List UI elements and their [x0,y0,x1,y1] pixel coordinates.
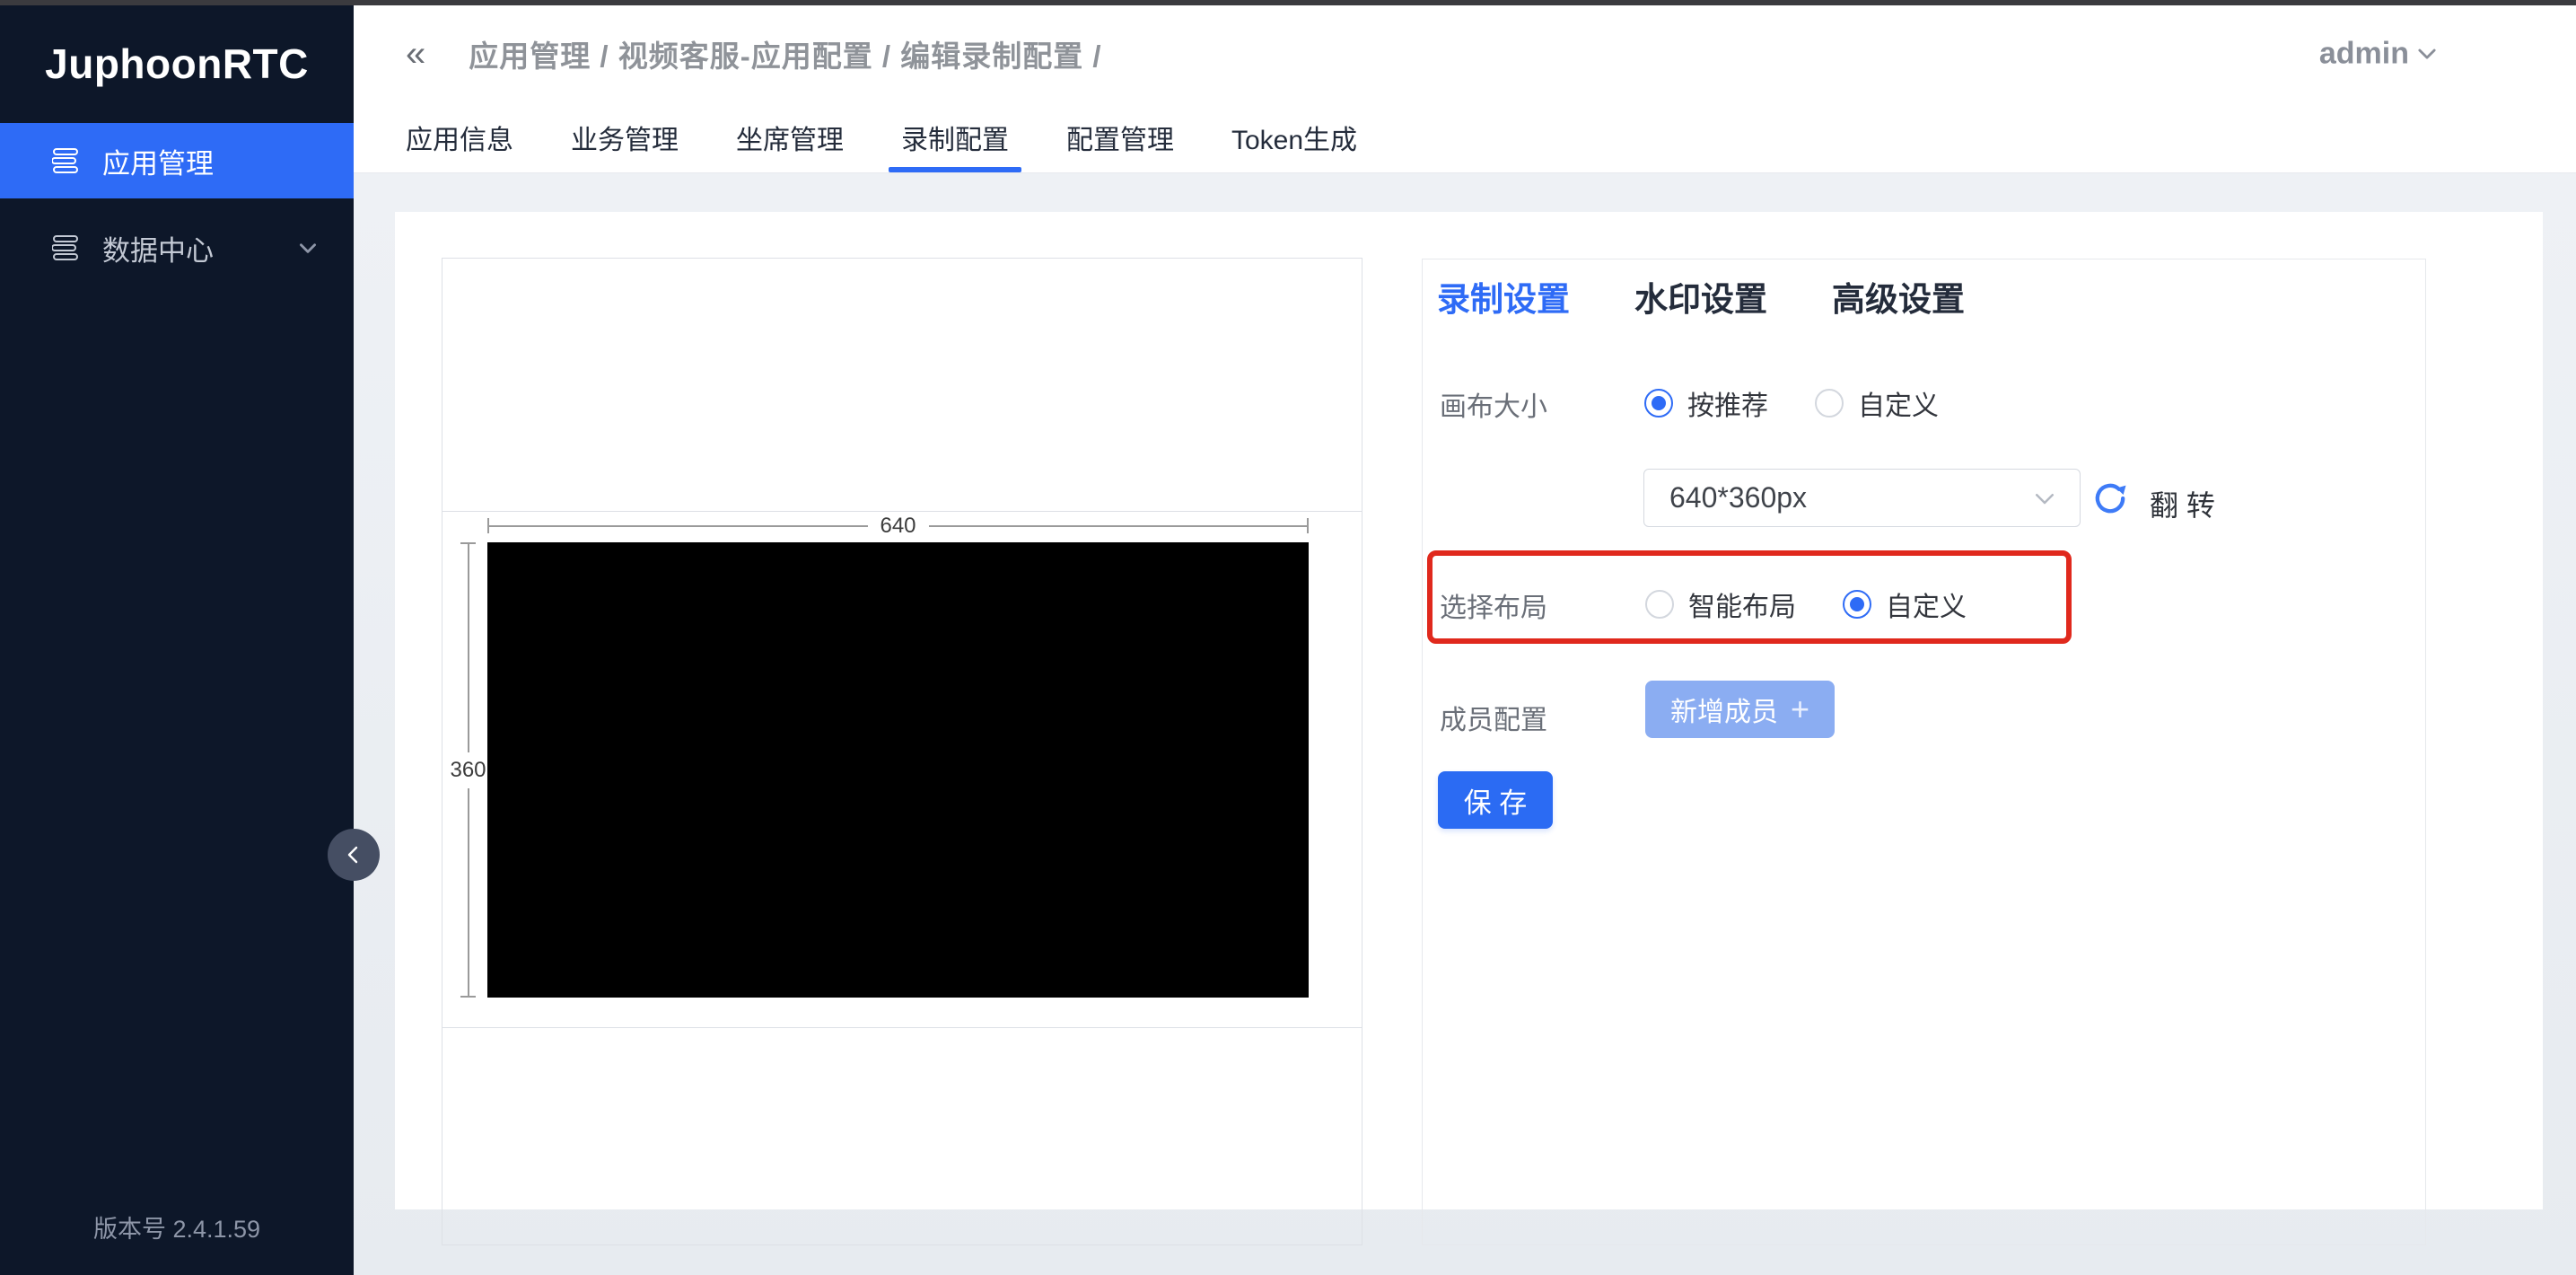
radio-custom-layout[interactable] [1843,590,1871,619]
chevron-down-icon [2414,41,2440,66]
tab-label: 坐席管理 [736,118,844,157]
sidebar: JuphoonRTC 应用管理 数据中心 版本号 2.4.1.59 [0,5,354,1275]
resolution-select[interactable]: 640*360px [1643,469,2081,527]
radio-recommended[interactable] [1644,389,1673,418]
back-icon[interactable]: « [406,36,425,72]
layout-radio-group: 智能布局 自定义 [1645,585,2013,624]
tab-label: 配置管理 [1066,118,1174,157]
sidebar-item-data-center[interactable]: 数据中心 [0,210,354,286]
add-member-button[interactable]: 新增成员 + [1645,681,1835,738]
resolution-select-value: 640*360px [1669,481,2031,514]
sidebar-item-label: 应用管理 [102,141,214,181]
radio-custom-layout-label[interactable]: 自定义 [1886,585,1967,624]
rotate-icon [2092,480,2128,516]
preview-empty-box-top [442,258,1362,512]
height-dimension-line: 360 [460,542,476,998]
save-button[interactable]: 保 存 [1438,771,1553,829]
recording-canvas-preview[interactable] [487,542,1309,998]
preview-empty-box-bottom [442,1027,1362,1245]
app-root: JuphoonRTC 应用管理 数据中心 版本号 2.4.1.59 [0,0,2576,1275]
sidebar-item-app-management[interactable]: 应用管理 [0,123,354,198]
tab-recording-config[interactable]: 录制配置 [892,101,1018,172]
height-dimension-label: 360 [448,752,487,788]
tab-seat-management[interactable]: 坐席管理 [727,101,853,172]
user-name: admin [2319,36,2409,71]
tab-label: Token生成 [1231,118,1357,157]
stacked-bars-icon [52,148,79,173]
settings-panel-tabs: 录制设置 水印设置 高级设置 [1437,272,2029,321]
chevron-down-icon [2031,485,2058,512]
plus-icon: + [1791,693,1809,725]
add-member-button-label: 新增成员 [1670,690,1778,729]
chevron-left-icon [343,844,364,866]
tab-watermark-settings[interactable]: 水印设置 [1634,272,1767,321]
tab-label: 业务管理 [571,118,679,157]
member-config-label: 成员配置 [1440,698,1547,737]
radio-custom-size-label[interactable]: 自定义 [1858,383,1939,423]
flip-label[interactable]: 翻 转 [2150,483,2215,524]
chevron-down-icon [296,236,320,259]
canvas-size-label: 画布大小 [1440,384,1547,424]
page-tabs: 应用信息 业务管理 坐席管理 录制配置 配置管理 Token生成 [354,101,2576,173]
sidebar-collapse-button[interactable] [328,829,380,881]
tab-business-management[interactable]: 业务管理 [562,101,688,172]
width-dimension-label: 640 [867,514,928,539]
flip-refresh-button[interactable] [2092,480,2128,516]
tab-label: 录制配置 [901,118,1009,157]
radio-recommended-label[interactable]: 按推荐 [1687,383,1768,423]
version-label: 版本号 2.4.1.59 [0,1209,354,1244]
radio-smart-layout-label[interactable]: 智能布局 [1688,585,1796,624]
layout-select-label: 选择布局 [1440,585,1547,625]
user-menu[interactable]: admin [2319,36,2440,71]
header: « 应用管理 / 视频客服-应用配置 / 编辑录制配置 / admin [354,5,2576,101]
sidebar-item-label: 数据中心 [102,228,214,268]
tab-recording-settings[interactable]: 录制设置 [1437,272,1570,321]
tab-app-info[interactable]: 应用信息 [397,101,522,172]
width-dimension-line: 640 [487,518,1309,533]
app-logo: JuphoonRTC [0,40,354,88]
radio-smart-layout[interactable] [1645,590,1674,619]
radio-custom-size[interactable] [1815,389,1844,418]
tab-token-generate[interactable]: Token生成 [1222,101,1366,172]
tab-config-management[interactable]: 配置管理 [1057,101,1183,172]
active-tab-underline [889,167,1021,172]
breadcrumb: 应用管理 / 视频客服-应用配置 / 编辑录制配置 / [469,32,1101,75]
tab-label: 应用信息 [406,118,513,157]
stacked-bars-icon [52,235,79,260]
canvas-size-radio-group: 按推荐 自定义 [1644,383,1985,423]
tab-advanced-settings[interactable]: 高级设置 [1832,272,1965,321]
